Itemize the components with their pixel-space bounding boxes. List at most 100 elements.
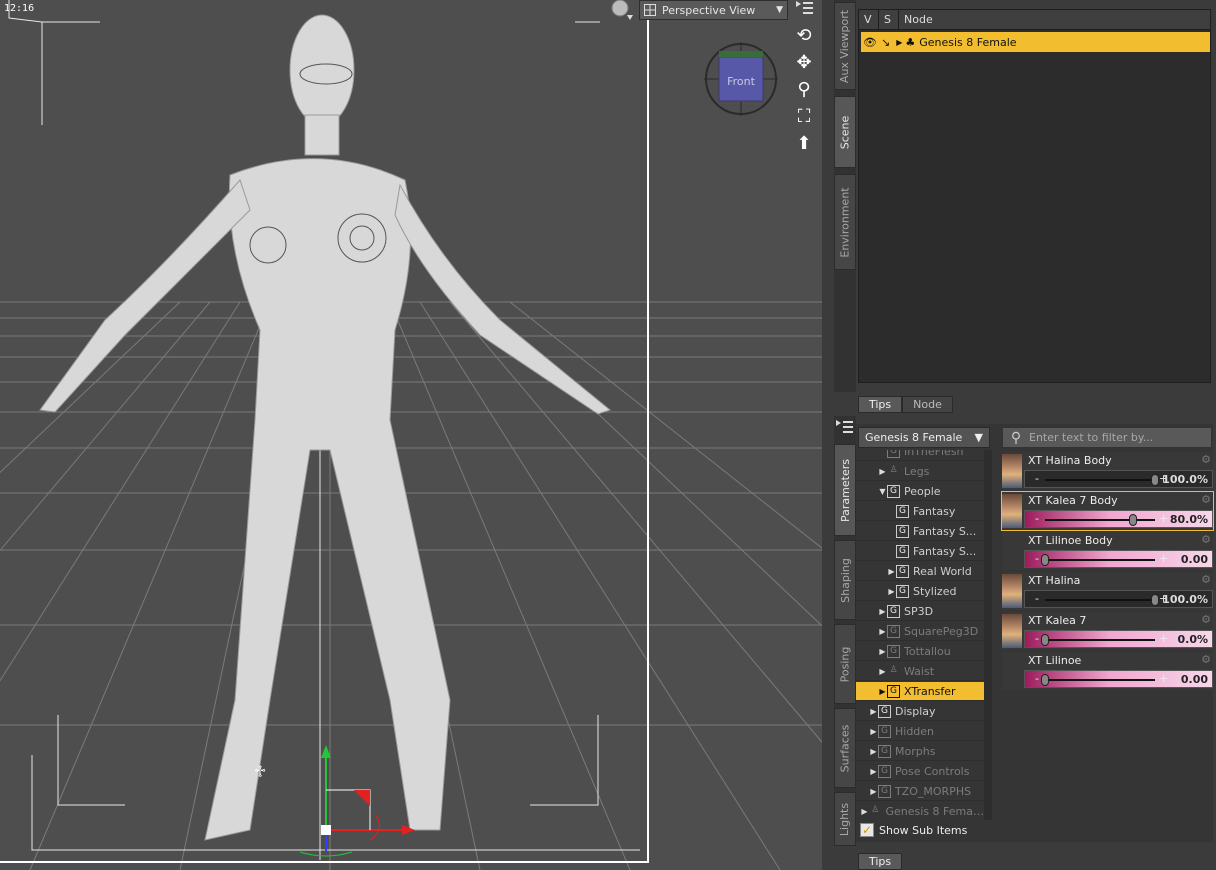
tree-item[interactable]: ▶ G Display — [856, 702, 984, 721]
3d-viewport[interactable]: 12:16 Perspective View ▼ ⟲ ✥ ⚲ ⛶ ⬆ Front… — [0, 0, 822, 870]
expand-icon[interactable]: ▶ — [896, 38, 902, 47]
value-slider[interactable]: - +0.0% — [1024, 630, 1213, 648]
tab-parameters[interactable]: Parameters — [834, 444, 856, 536]
draw-style-ball-icon[interactable] — [610, 0, 636, 22]
decrement-button[interactable]: - — [1035, 512, 1039, 525]
gear-icon[interactable]: ⚙ — [1201, 613, 1211, 626]
tree-item[interactable]: G InTheFlesh — [856, 450, 984, 461]
property-value[interactable]: 0.00 — [1181, 553, 1208, 566]
expand-arrow-icon[interactable]: ▶ — [860, 807, 869, 816]
increment-button[interactable]: + — [1159, 552, 1168, 565]
property-slider-item[interactable]: XT Halina ⚙ - +100.0% — [1002, 572, 1213, 610]
viewport-menu-icon[interactable] — [796, 1, 814, 17]
decrement-button[interactable]: - — [1035, 632, 1039, 645]
tab-aux-viewport[interactable]: Aux Viewport — [834, 2, 856, 90]
expand-arrow-icon[interactable]: ▶ — [869, 767, 878, 776]
property-slider-item[interactable]: XT Kalea 7 ⚙ - +0.0% — [1002, 612, 1213, 650]
expand-arrow-icon[interactable]: ▶ — [878, 467, 887, 476]
tree-item[interactable]: ▶ G XTransfer — [856, 682, 984, 701]
view-cube[interactable]: Front — [704, 42, 778, 116]
property-slider-item[interactable]: XT Kalea 7 Body ⚙ - +80.0% — [1001, 491, 1214, 531]
view-selector[interactable]: Perspective View ▼ — [639, 0, 788, 20]
figure-select[interactable]: Genesis 8 Female ▼ — [858, 427, 990, 448]
tab-environment[interactable]: Environment — [834, 174, 856, 270]
tree-item[interactable]: ▶ G Pose Controls — [856, 762, 984, 781]
property-value[interactable]: 100.0% — [1162, 593, 1208, 606]
gear-icon[interactable]: ⚙ — [1201, 493, 1211, 506]
value-slider[interactable]: - +0.00 — [1024, 670, 1213, 688]
tab-shaping[interactable]: Shaping — [834, 540, 856, 620]
gear-icon[interactable]: ⚙ — [1201, 653, 1211, 666]
gear-icon[interactable]: ⚙ — [1201, 533, 1211, 546]
pan-icon[interactable]: ✥ — [792, 52, 816, 74]
select-arrow-icon[interactable]: ↘ — [881, 36, 890, 49]
tab-scene[interactable]: Scene — [834, 96, 856, 168]
tree-item[interactable]: ▶ G Hidden — [856, 722, 984, 741]
decrement-button[interactable]: - — [1035, 472, 1039, 485]
expand-arrow-icon[interactable]: ▶ — [878, 627, 887, 636]
collapse-arrow-icon[interactable]: ▼ — [878, 487, 887, 496]
slider-knob[interactable] — [1151, 594, 1159, 606]
tab-posing[interactable]: Posing — [834, 624, 856, 704]
tab-lights[interactable]: Lights — [834, 792, 856, 846]
tree-item[interactable]: ▶ G Real World — [856, 562, 984, 581]
expand-arrow-icon[interactable]: ▶ — [878, 607, 887, 616]
orbit-icon[interactable]: ⟲ — [792, 25, 816, 47]
slider-knob[interactable] — [1129, 514, 1137, 526]
increment-button[interactable]: + — [1159, 632, 1168, 645]
slider-track[interactable] — [1045, 639, 1155, 641]
scene-row[interactable]: 👁 ↘ ▶ ♣ Genesis 8 Female — [861, 32, 1210, 52]
tab-node[interactable]: Node — [902, 396, 953, 413]
tree-item[interactable]: ▶ G Morphs — [856, 742, 984, 761]
expand-arrow-icon[interactable]: ▶ — [878, 647, 887, 656]
tree-item[interactable]: ▶ G SP3D — [856, 602, 984, 621]
tree-item[interactable]: ▶ G Stylized — [856, 582, 984, 601]
frame-icon[interactable]: ⛶ — [792, 106, 816, 128]
reset-view-icon[interactable]: ⬆ — [792, 133, 816, 155]
expand-arrow-icon[interactable]: ▶ — [878, 667, 887, 676]
expand-arrow-icon[interactable]: ▶ — [887, 567, 896, 576]
value-slider[interactable]: - +80.0% — [1024, 510, 1213, 528]
tree-item[interactable]: ▶ ♙ Legs — [856, 462, 984, 481]
slider-knob[interactable] — [1041, 674, 1049, 686]
expand-arrow-icon[interactable]: ▶ — [869, 707, 878, 716]
decrement-button[interactable]: - — [1035, 552, 1039, 565]
pane-menu-icon[interactable] — [836, 420, 854, 436]
tree-scrollbar[interactable] — [984, 450, 992, 820]
checkbox-checked-icon[interactable]: ✓ — [860, 823, 874, 837]
property-slider-item[interactable]: XT Lilinoe ⚙ - +0.00 — [1002, 652, 1213, 690]
slider-track[interactable] — [1045, 599, 1155, 601]
tree-item[interactable]: ▶ G SquarePeg3D — [856, 622, 984, 641]
tree-item[interactable]: ▶ ♙ Genesis 8 Femal... — [856, 802, 984, 820]
slider-track[interactable] — [1045, 559, 1155, 561]
figure-icon[interactable]: ♱ — [254, 762, 266, 781]
col-node[interactable]: Node — [899, 10, 1210, 29]
col-select[interactable]: S — [879, 10, 899, 29]
filter-input[interactable] — [1029, 431, 1209, 444]
property-value[interactable]: 0.00 — [1181, 673, 1208, 686]
increment-button[interactable]: + — [1159, 672, 1168, 685]
increment-button[interactable]: + — [1159, 512, 1168, 525]
property-value[interactable]: 100.0% — [1162, 473, 1208, 486]
tree-item[interactable]: ▼ G People — [856, 482, 984, 501]
value-slider[interactable]: - +0.00 — [1024, 550, 1213, 568]
tab-tips-bottom[interactable]: Tips — [858, 853, 903, 870]
property-value[interactable]: 0.0% — [1177, 633, 1208, 646]
filter-field[interactable]: ⚲ — [1002, 427, 1212, 448]
decrement-button[interactable]: - — [1035, 592, 1039, 605]
expand-arrow-icon[interactable]: ▶ — [887, 587, 896, 596]
tree-item[interactable]: ▶ G Tottallou — [856, 642, 984, 661]
tree-item[interactable]: G Fantasy S... — [856, 522, 984, 541]
tree-item[interactable]: G Fantasy — [856, 502, 984, 521]
tree-item[interactable]: ▶ ♙ Waist — [856, 662, 984, 681]
slider-track[interactable] — [1045, 679, 1155, 681]
property-slider-item[interactable]: XT Halina Body ⚙ - +100.0% — [1002, 452, 1213, 490]
slider-knob[interactable] — [1041, 554, 1049, 566]
tab-tips[interactable]: Tips — [858, 396, 903, 413]
slider-track[interactable] — [1045, 479, 1155, 481]
tab-surfaces[interactable]: Surfaces — [834, 708, 856, 788]
expand-arrow-icon[interactable]: ▶ — [869, 747, 878, 756]
zoom-icon[interactable]: ⚲ — [792, 79, 816, 101]
decrement-button[interactable]: - — [1035, 672, 1039, 685]
eye-icon[interactable]: 👁 — [863, 36, 877, 49]
